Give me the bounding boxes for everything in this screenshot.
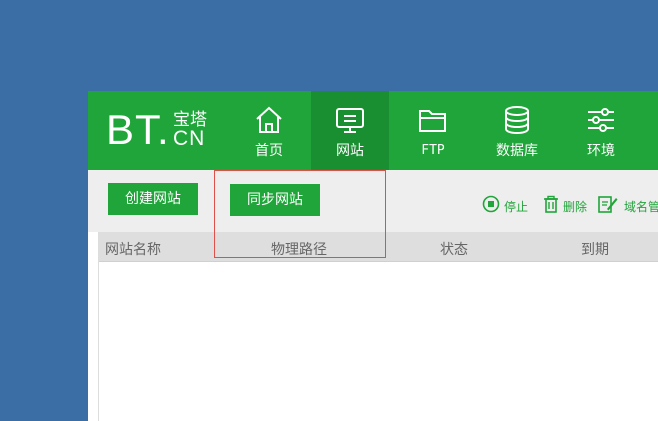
- bt-logo: BT. 宝塔 CN: [106, 107, 216, 151]
- column-header-path[interactable]: 物理路径: [271, 239, 327, 259]
- nav-item-ftp[interactable]: FTP: [394, 91, 472, 170]
- nav-label-environment: 环境: [587, 143, 615, 159]
- nav-label-website: 网站: [336, 143, 364, 159]
- delete-action[interactable]: 删除: [542, 194, 594, 216]
- nav-label-ftp: FTP: [421, 143, 445, 158]
- site-table: 网站名称 物理路径 状态 到期: [98, 232, 658, 421]
- sync-site-button[interactable]: 同步网站: [230, 184, 320, 216]
- create-site-button[interactable]: 创建网站: [108, 183, 198, 215]
- database-icon: [505, 106, 529, 135]
- logo-cn-text: CN: [173, 127, 206, 150]
- column-header-expiry[interactable]: 到期: [581, 239, 609, 259]
- monitor-icon: [336, 108, 364, 133]
- nav-item-website[interactable]: 网站: [311, 91, 389, 170]
- nav-label-database: 数据库: [496, 143, 538, 159]
- top-navigation-bar: BT. 宝塔 CN 首页 网站 FTP 数据库 环境: [88, 91, 658, 170]
- column-header-site-name[interactable]: 网站名称: [105, 239, 161, 259]
- domain-manage-action[interactable]: 域名管: [598, 194, 658, 216]
- edit-icon: [598, 196, 618, 213]
- folder-icon: [419, 110, 446, 132]
- nav-label-home: 首页: [255, 143, 283, 159]
- nav-item-environment[interactable]: 环境: [562, 91, 640, 170]
- stop-action[interactable]: 停止: [482, 194, 532, 216]
- stop-icon: [482, 195, 500, 213]
- home-icon: [256, 106, 282, 133]
- domain-manage-label: 域名管: [624, 200, 658, 214]
- sliders-icon: [588, 108, 614, 132]
- column-header-status[interactable]: 状态: [440, 239, 468, 259]
- stop-label: 停止: [504, 200, 529, 214]
- bt-panel-window: BT. 宝塔 CN 首页 网站 FTP 数据库 环境 创建网站 同步网站 停止 …: [88, 91, 658, 421]
- logo-bt-text: BT.: [106, 106, 170, 153]
- table-header: 网站名称 物理路径 状态 到期: [99, 232, 658, 262]
- nav-item-home[interactable]: 首页: [230, 91, 308, 170]
- nav-item-database[interactable]: 数据库: [478, 91, 556, 170]
- delete-label: 删除: [563, 200, 588, 214]
- trash-icon: [544, 195, 558, 213]
